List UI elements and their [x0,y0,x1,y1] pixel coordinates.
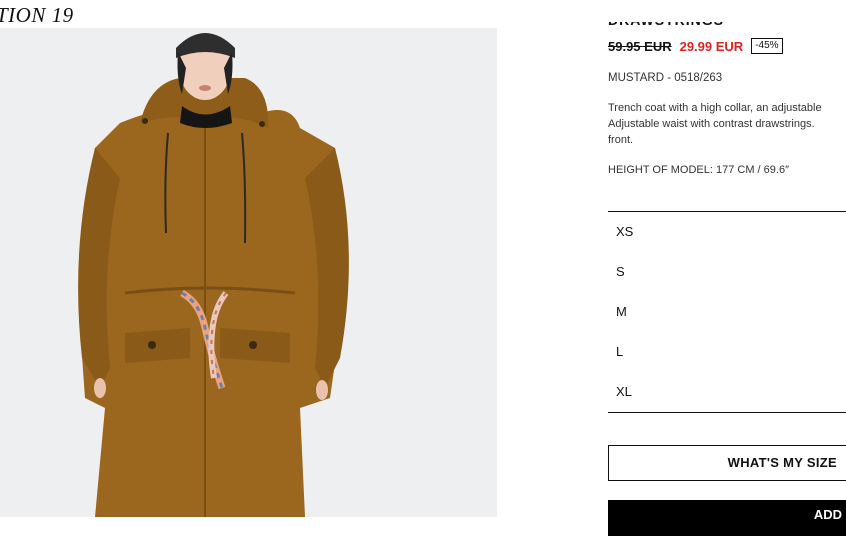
price-row: 59.95 EUR 29.99 EUR -45% [608,38,783,54]
product-image [0,28,497,517]
color-reference: MUSTARD - 0518/263 [608,72,723,84]
product-photo[interactable] [0,28,497,517]
size-option-xs[interactable]: XS [608,212,846,252]
size-option-s[interactable]: S [608,252,846,292]
product-title: DRAWSTRINGS [608,12,724,28]
size-option-m[interactable]: M [608,292,846,332]
discount-badge: -45% [751,38,783,54]
whats-my-size-button[interactable]: WHAT'S MY SIZE [608,445,846,481]
add-button[interactable]: ADD [608,500,846,536]
model-height: HEIGHT OF MODEL: 177 CM / 69.6″ [608,164,789,176]
collection-label: TION 19 [0,3,74,27]
size-option-l[interactable]: L [608,332,846,372]
old-price: 59.95 EUR [608,38,672,54]
sale-price: 29.99 EUR [679,38,744,54]
size-option-xl[interactable]: XL [608,372,846,412]
product-description: Trench coat with a high collar, an adjus… [608,102,822,146]
size-list: XS S M L XL [608,211,846,413]
